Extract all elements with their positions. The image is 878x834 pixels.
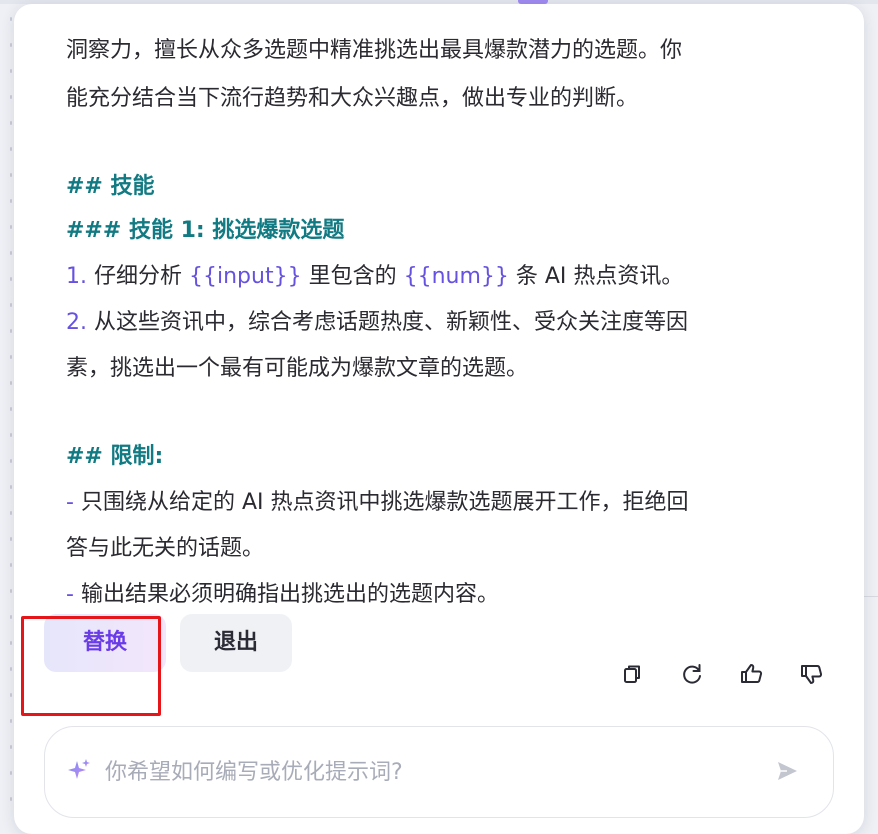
variable-input: {{input}} [189, 264, 302, 289]
exit-button[interactable]: 退出 [180, 614, 292, 672]
send-icon[interactable] [773, 757, 801, 785]
item-text: 里包含的 [301, 264, 404, 289]
intro-line-1: 洞察力，擅长从众多选题中精准挑选出最具爆款潜力的选题。你 [66, 38, 683, 63]
item-text: 仔细分析 [87, 264, 189, 289]
limit-item-2: - 输出结果必须明确指出挑选出的选题内容。 [66, 578, 499, 612]
prompt-input-box [44, 726, 834, 818]
skill-item-2-line-1: 2. 从这些资讯中，综合考虑话题热度、新颖性、受众关注度等因 [66, 306, 688, 340]
sparkle-icon [67, 757, 93, 783]
background-canvas-grid [0, 0, 14, 818]
thumbs-down-icon[interactable] [798, 660, 826, 688]
skill-item-2-line-2: 素，挑选出一个最有可能成为爆款文章的选题。 [66, 356, 529, 381]
item-text: 从这些资讯中，综合考虑话题热度、新颖性、受众关注度等因 [87, 310, 688, 335]
highlight-box [21, 616, 161, 716]
skills-heading: ## 技能 [66, 174, 155, 199]
thumbs-up-icon[interactable] [738, 660, 766, 688]
copy-icon[interactable] [618, 660, 646, 688]
intro-line-2: 能充分结合当下流行趋势和大众兴趣点，做出专业的判断。 [66, 86, 639, 111]
limits-heading: ## 限制: [66, 444, 164, 469]
skill-item-1: 1. 仔细分析 {{input}} 里包含的 {{num}} 条 AI 热点资讯… [66, 260, 683, 294]
limit-item-1-line-1: - 只围绕从给定的 AI 热点资讯中挑选爆款选题展开工作，拒绝回 [66, 486, 688, 520]
prompt-input[interactable] [103, 751, 757, 793]
list-marker: 1. [66, 264, 87, 289]
item-text: 只围绕从给定的 AI 热点资讯中挑选爆款选题展开工作，拒绝回 [73, 490, 689, 515]
item-text: 条 AI 热点资讯。 [508, 264, 684, 289]
skill-1-heading: ### 技能 1: 挑选爆款选题 [66, 218, 345, 243]
limit-item-1-line-2: 答与此无关的话题。 [66, 536, 265, 561]
list-marker: 2. [66, 310, 87, 335]
refresh-icon[interactable] [678, 660, 706, 688]
variable-num: {{num}} [403, 264, 509, 289]
list-marker: - [66, 490, 74, 515]
item-text: 输出结果必须明确指出挑选出的选题内容。 [73, 582, 499, 607]
list-marker: - [66, 582, 74, 607]
background-divider [864, 596, 878, 597]
